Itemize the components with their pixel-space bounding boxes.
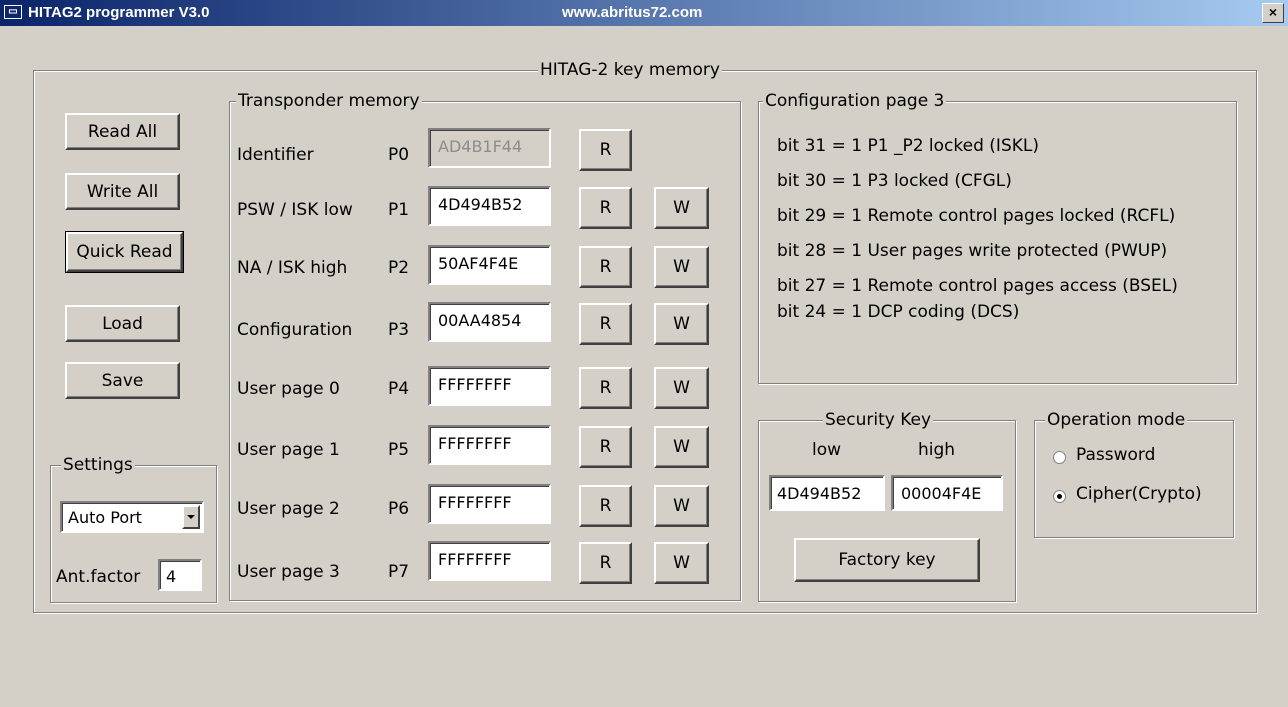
cipher-label[interactable]: Cipher(Crypto): [1076, 484, 1202, 504]
write-page-button[interactable]: W: [654, 542, 709, 584]
config-line: bit 29 = 1 Remote control pages locked (…: [777, 206, 1176, 226]
memory-row-value[interactable]: FFFFFFFF: [428, 366, 551, 406]
read-page-button[interactable]: R: [579, 303, 632, 345]
memory-row-page: P2: [388, 258, 410, 278]
key-memory-legend: HITAG-2 key memory: [538, 60, 722, 80]
write-page-button[interactable]: W: [654, 246, 709, 288]
quick-read-button[interactable]: Quick Read: [65, 231, 184, 273]
close-button[interactable]: ×: [1262, 3, 1284, 23]
config-line: bit 30 = 1 P3 locked (CFGL): [777, 171, 1012, 191]
memory-row-name: Identifier: [237, 145, 314, 165]
security-high-label: high: [918, 440, 956, 460]
memory-row-value[interactable]: FFFFFFFF: [428, 484, 551, 524]
memory-row-name: NA / ISK high: [237, 258, 348, 278]
read-page-button[interactable]: R: [579, 485, 632, 527]
password-label[interactable]: Password: [1076, 445, 1155, 465]
memory-row-page: P1: [388, 200, 410, 220]
write-page-button[interactable]: W: [654, 303, 709, 345]
write-page-button[interactable]: W: [654, 426, 709, 468]
memory-row-page: P6: [388, 499, 410, 519]
config-line: bit 27 = 1 Remote control pages access (…: [777, 276, 1178, 296]
read-page-button[interactable]: R: [579, 426, 632, 468]
memory-row-name: User page 0: [237, 379, 340, 399]
memory-row-name: Configuration: [237, 320, 353, 340]
memory-row-value[interactable]: 00AA4854: [428, 302, 551, 342]
memory-row-value[interactable]: FFFFFFFF: [428, 541, 551, 581]
read-page-button[interactable]: R: [579, 129, 632, 171]
operation-mode-group: Operation mode: [1034, 410, 1234, 538]
memory-row-page: P0: [388, 145, 410, 165]
operation-mode-legend: Operation mode: [1045, 410, 1188, 430]
memory-row-page: P5: [388, 440, 410, 460]
write-page-button[interactable]: W: [654, 187, 709, 229]
factory-key-button[interactable]: Factory key: [794, 538, 980, 582]
memory-row-page: P3: [388, 320, 410, 340]
read-page-button[interactable]: R: [579, 367, 632, 409]
transponder-legend: Transponder memory: [236, 91, 422, 111]
password-radio[interactable]: [1053, 451, 1066, 464]
window-title: HITAG2 programmer V3.0: [28, 4, 210, 21]
memory-row-name: User page 1: [237, 440, 340, 460]
security-key-legend: Security Key: [823, 410, 934, 430]
security-low-input[interactable]: 4D494B52: [769, 475, 885, 511]
write-page-button[interactable]: W: [654, 485, 709, 527]
write-all-button[interactable]: Write All: [65, 173, 180, 210]
app-icon: ▭: [4, 5, 22, 19]
security-high-input[interactable]: 00004F4E: [891, 475, 1003, 511]
cipher-radio[interactable]: [1053, 490, 1066, 503]
memory-row-name: User page 2: [237, 499, 340, 519]
security-low-label: low: [812, 440, 842, 460]
config-legend: Configuration page 3: [763, 91, 947, 111]
config-line: bit 31 = 1 P1 _P2 locked (ISKL): [777, 136, 1039, 156]
ant-factor-label: Ant.factor: [56, 567, 141, 587]
save-button[interactable]: Save: [65, 362, 180, 399]
port-select-value: Auto Port: [68, 508, 142, 527]
config-line: bit 28 = 1 User pages write protected (P…: [777, 241, 1168, 261]
read-page-button[interactable]: R: [579, 187, 632, 229]
config-group: Configuration page 3 bit 31 = 1 P1 _P2 l…: [758, 91, 1237, 384]
chevron-down-icon[interactable]: [182, 505, 200, 529]
memory-row-name: PSW / ISK low: [237, 200, 353, 220]
memory-row-value[interactable]: FFFFFFFF: [428, 425, 551, 465]
read-page-button[interactable]: R: [579, 246, 632, 288]
read-all-button[interactable]: Read All: [65, 113, 180, 150]
memory-row-name: User page 3: [237, 562, 340, 582]
title-bar: ▭ HITAG2 programmer V3.0 www.abritus72.c…: [0, 0, 1288, 26]
memory-row-page: P7: [388, 562, 410, 582]
memory-row-value[interactable]: AD4B1F44: [428, 128, 551, 168]
radio-selected-dot: [1057, 494, 1062, 499]
settings-legend: Settings: [61, 455, 135, 475]
write-page-button[interactable]: W: [654, 367, 709, 409]
window-url: www.abritus72.com: [562, 4, 703, 21]
ant-factor-input[interactable]: 4: [158, 559, 202, 591]
config-line: bit 24 = 1 DCP coding (DCS): [777, 302, 1020, 322]
read-page-button[interactable]: R: [579, 542, 632, 584]
port-select[interactable]: Auto Port: [60, 501, 204, 533]
memory-row-value[interactable]: 50AF4F4E: [428, 245, 551, 285]
load-button[interactable]: Load: [65, 305, 180, 342]
memory-row-page: P4: [388, 379, 410, 399]
memory-row-value[interactable]: 4D494B52: [428, 186, 551, 226]
